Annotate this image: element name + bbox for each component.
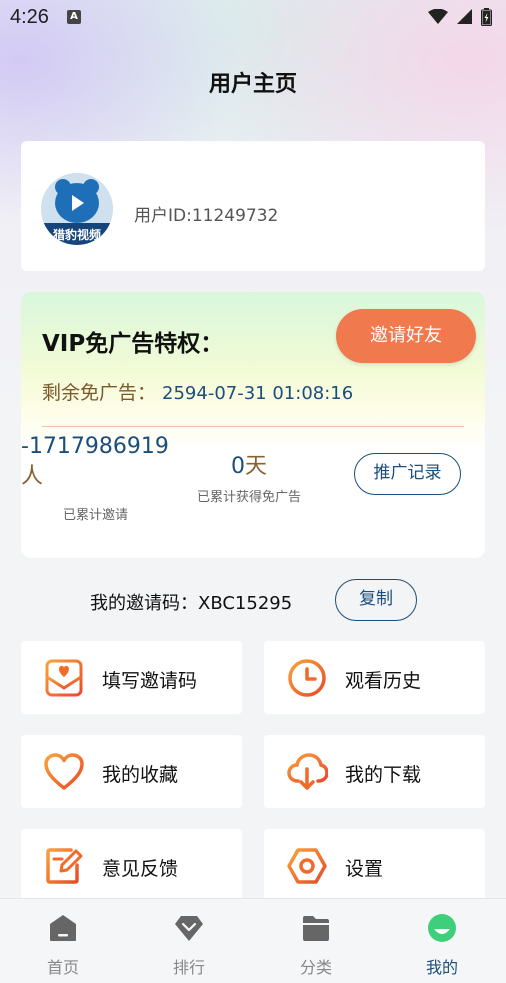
invited-count: -1717986919 人 xyxy=(21,432,171,492)
wifi-icon xyxy=(428,9,448,24)
edit-note-icon xyxy=(46,848,83,884)
menu-item-downloads[interactable]: 我的下载 xyxy=(264,735,485,808)
menu-item-label: 我的收藏 xyxy=(102,764,179,786)
page-title: 用户主页 xyxy=(208,72,297,97)
vip-remaining-label: 剩余免广告： xyxy=(42,382,157,404)
menu-item-enter-invite-code[interactable]: 填写邀请码 xyxy=(21,641,242,714)
profile-card[interactable]: 猎豹视频 用户ID:11249732 xyxy=(21,141,485,271)
invite-code-row: 我的邀请码：XBC15295 复制 xyxy=(0,579,506,621)
nav-category[interactable]: 分类 xyxy=(253,899,379,983)
invited-count-value: -1717986919 xyxy=(21,434,169,459)
vip-divider xyxy=(42,426,464,427)
nav-label: 分类 xyxy=(299,958,332,977)
hexagon-gear-icon xyxy=(287,848,327,884)
accessibility-a-icon: A xyxy=(66,10,81,24)
earned-days-value: 0 xyxy=(230,454,245,479)
user-id: 用户ID:11249732 xyxy=(134,206,279,226)
home-icon xyxy=(50,915,76,941)
nav-label: 首页 xyxy=(46,958,79,977)
envelope-heart-icon xyxy=(45,659,83,697)
bear-play-logo: 猎豹视频 xyxy=(41,173,113,245)
nav-ranking[interactable]: 排行 xyxy=(126,899,252,983)
avatar[interactable]: 猎豹视频 xyxy=(41,173,113,245)
status-bar: 4:26 A xyxy=(0,0,506,34)
earned-days: 0天 xyxy=(199,448,299,480)
menu-item-favorites[interactable]: 我的收藏 xyxy=(21,735,242,808)
menu-item-label: 设置 xyxy=(345,858,384,880)
nav-mine[interactable]: 我的 xyxy=(379,899,505,983)
folder-icon xyxy=(303,916,329,941)
bottom-nav: 首页 排行 分类 我的 xyxy=(0,898,506,983)
invited-count-label: 已累计邀请 xyxy=(63,508,129,523)
earned-days-label: 已累计获得免广告 xyxy=(197,490,302,505)
battery-icon xyxy=(481,8,492,26)
status-time: 4:26 xyxy=(10,5,49,28)
menu-item-label: 观看历史 xyxy=(345,670,422,692)
menu-item-label: 我的下载 xyxy=(345,764,422,786)
menu-item-label: 填写邀请码 xyxy=(102,670,198,692)
vip-remaining-date: 2594-07-31 01:08:16 xyxy=(162,383,354,404)
nav-label: 我的 xyxy=(425,958,458,977)
invite-code-text: 我的邀请码：XBC15295 xyxy=(90,593,293,614)
menu-item-watch-history[interactable]: 观看历史 xyxy=(264,641,485,714)
avatar-caption: 猎豹视频 xyxy=(53,227,101,242)
menu-item-feedback[interactable]: 意见反馈 xyxy=(21,829,242,902)
earned-days-unit: 天 xyxy=(244,454,267,479)
menu-item-settings[interactable]: 设置 xyxy=(264,829,485,902)
menu-item-label: 意见反馈 xyxy=(102,858,179,880)
cloud-download-icon xyxy=(287,753,328,790)
nav-home[interactable]: 首页 xyxy=(0,899,126,983)
clock-icon xyxy=(288,659,326,697)
vip-title: VIP免广告特权： xyxy=(42,331,224,357)
invited-count-unit: 人 xyxy=(21,464,44,489)
heart-icon xyxy=(44,753,84,790)
vip-card: VIP免广告特权： 邀请好友 剩余免广告： 2594-07-31 01:08:16… xyxy=(21,292,485,558)
invite-friends-button[interactable]: 邀请好友 xyxy=(336,309,476,363)
copy-button[interactable]: 复制 xyxy=(335,579,417,621)
diamond-icon xyxy=(175,916,203,941)
signal-icon xyxy=(457,9,472,24)
profile-face-icon xyxy=(428,914,456,942)
status-right-icons xyxy=(428,8,492,26)
vip-remaining: 剩余免广告： 2594-07-31 01:08:16 xyxy=(42,378,353,405)
promotion-records-button[interactable]: 推广记录 xyxy=(354,453,461,495)
nav-label: 排行 xyxy=(172,958,205,977)
